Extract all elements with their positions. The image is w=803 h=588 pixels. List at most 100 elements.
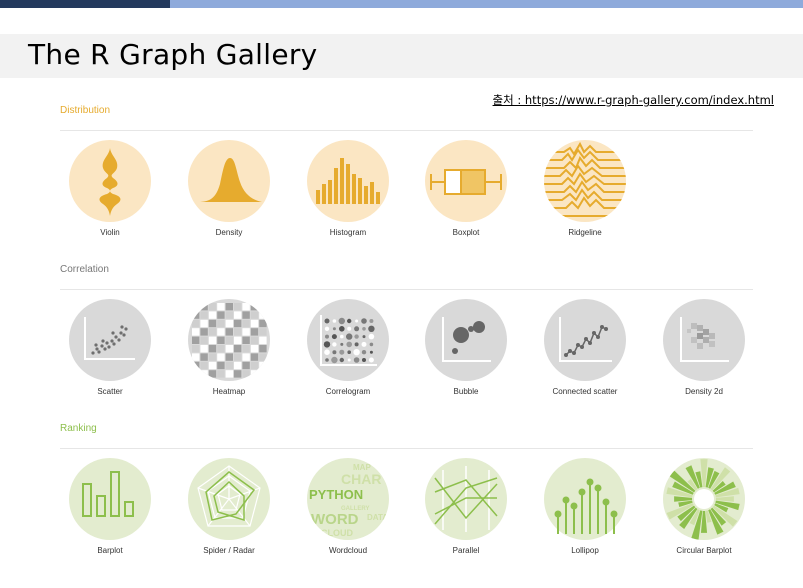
correlogram-dot: [361, 341, 367, 347]
wordcloud-word: WORD: [311, 511, 359, 528]
heatmap-cell: [250, 353, 259, 361]
correlogram-dot: [347, 358, 351, 362]
heatmap-cell: [259, 319, 267, 328]
heatmap-cell: [200, 361, 208, 370]
heatmap-cell: [208, 336, 217, 344]
correlogram-dot: [331, 356, 338, 364]
circular-barplot-icon: [663, 458, 745, 540]
gallery-item-histogram[interactable]: Histogram: [288, 140, 408, 237]
correlogram-dot: [355, 319, 359, 323]
gallery-item-density[interactable]: Density: [169, 140, 289, 237]
heatmap-cell: [225, 319, 233, 328]
correlogram-dot: [354, 326, 360, 332]
top-accent-dark: [0, 0, 170, 8]
section-title-ranking[interactable]: Ranking: [60, 423, 97, 434]
heatmap-cell: [217, 345, 225, 353]
histogram-icon: [307, 140, 389, 222]
section-divider: [60, 289, 753, 290]
heatmap-cell: [192, 370, 200, 378]
correlogram-dot: [324, 318, 330, 324]
heatmap-cell: [259, 370, 267, 378]
heatmap-cell: [259, 361, 267, 370]
heatmap-cell: [234, 311, 242, 319]
gallery-item-connected-scatter[interactable]: Connected scatter: [525, 299, 645, 396]
violin-icon: [69, 140, 151, 222]
heatmap-cell: [217, 319, 225, 328]
heatmap-cell: [200, 353, 208, 361]
heatmap-cell: [200, 370, 208, 378]
gallery-item-heatmap[interactable]: Heatmap: [169, 299, 289, 396]
correlogram-dot: [368, 333, 375, 340]
correlogram-dot: [340, 334, 344, 339]
heatmap-cell: [259, 336, 267, 344]
heatmap-cell: [208, 361, 217, 370]
gallery-item-circular-barplot[interactable]: Circular Barplot: [644, 458, 764, 555]
section-title-distribution[interactable]: Distribution: [60, 105, 110, 116]
wordcloud-word: PYTHON: [309, 487, 363, 502]
density-2d-icon: [663, 299, 745, 381]
gallery-item-barplot[interactable]: Barplot: [50, 458, 170, 555]
correlogram-dot: [368, 325, 375, 332]
heatmap-cell: [234, 336, 242, 344]
correlogram-dot: [354, 342, 359, 347]
gallery-item-correlogram[interactable]: Correlogram: [288, 299, 408, 396]
gallery-item-label: Bubble: [453, 387, 479, 396]
heatmap-cell: [259, 303, 267, 311]
heatmap-cell: [208, 303, 217, 311]
heatmap-cell: [242, 361, 250, 370]
heatmap-cell: [217, 303, 225, 311]
gallery-item-ridgeline[interactable]: Ridgeline: [525, 140, 645, 237]
heatmap-cell: [192, 361, 200, 370]
gallery-item-lollipop[interactable]: Lollipop: [525, 458, 645, 555]
heatmap-cell: [242, 336, 250, 344]
gallery-item-bubble[interactable]: Bubble: [406, 299, 526, 396]
gallery-item-boxplot[interactable]: Boxplot: [406, 140, 526, 237]
heatmap-cell: [208, 370, 217, 378]
top-accent-light: [170, 0, 803, 8]
heatmap-cell: [192, 336, 200, 344]
gallery-item-spider-radar[interactable]: Spider / Radar: [169, 458, 289, 555]
correlogram-dot: [324, 349, 330, 355]
heatmap-cell: [225, 370, 233, 378]
gallery-item-label: Violin: [100, 228, 120, 237]
gallery-item-wordcloud[interactable]: MAP CHAR PYTHON GALLERY WORD DATA CLOUD …: [288, 458, 408, 555]
correlogram-dot: [347, 318, 352, 324]
gallery-item-scatter[interactable]: Scatter: [50, 299, 170, 396]
heatmap-cell: [250, 345, 259, 353]
heatmap-cells: [192, 303, 267, 378]
section-title-correlation[interactable]: Correlation: [60, 264, 109, 275]
correlogram-dot: [362, 327, 366, 331]
heatmap-cell: [200, 311, 208, 319]
heatmap-cell: [250, 370, 259, 378]
correlogram-dot: [331, 334, 337, 340]
correlogram-dot: [353, 349, 360, 356]
wordcloud-word: CLOUD: [321, 528, 353, 538]
heatmap-cell: [217, 370, 225, 378]
correlogram-dot: [332, 342, 337, 347]
heatmap-cell: [242, 353, 250, 361]
heatmap-icon: [188, 299, 270, 381]
heatmap-cell: [217, 336, 225, 344]
heatmap-cell: [234, 328, 242, 336]
correlogram-icon: [307, 299, 389, 381]
heatmap-cell: [192, 345, 200, 353]
heatmap-cell: [250, 328, 259, 336]
gallery-item-label: Scatter: [97, 387, 123, 396]
correlogram-dot: [332, 350, 337, 355]
gallery-item-density-2d[interactable]: Density 2d: [644, 299, 764, 396]
heatmap-cell: [200, 328, 208, 336]
heatmap-cell: [250, 336, 259, 344]
gallery-item-parallel[interactable]: Parallel: [406, 458, 526, 555]
source-link[interactable]: 출처 : https://www.r-graph-gallery.com/ind…: [493, 92, 774, 108]
heatmap-cell: [217, 328, 225, 336]
gallery-item-label: Barplot: [97, 546, 123, 555]
correlogram-dot: [347, 326, 352, 331]
heatmap-cell: [208, 353, 217, 361]
gallery-item-label: Parallel: [452, 546, 480, 555]
density-icon: [188, 140, 270, 222]
heatmap-cell: [217, 311, 225, 319]
gallery-item-violin[interactable]: Violin: [50, 140, 170, 237]
gallery-item-label: Lollipop: [571, 546, 599, 555]
heatmap-cell: [259, 311, 267, 319]
heatmap-cell: [217, 361, 225, 370]
